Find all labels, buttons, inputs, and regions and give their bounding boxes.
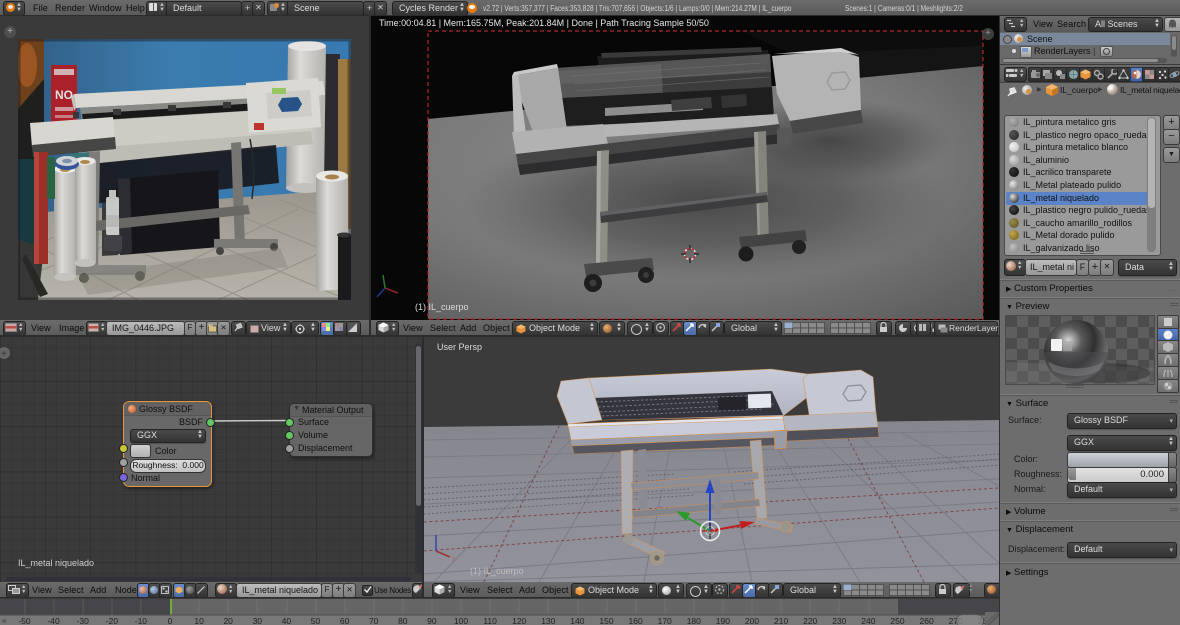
svg-text:+: + — [1, 349, 7, 360]
svg-text:z: z — [437, 528, 441, 535]
svg-text:x: x — [452, 556, 456, 563]
